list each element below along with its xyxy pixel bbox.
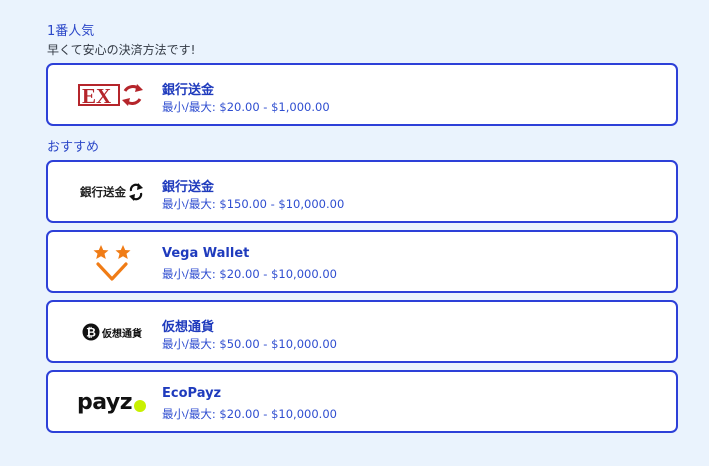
svg-text:₿: ₿ — [86, 326, 96, 340]
method-name: 銀行送金 — [162, 83, 215, 98]
method-name: 銀行送金 — [162, 180, 215, 195]
method-name: Vega Wallet — [162, 246, 250, 261]
crypto-logo: ₿ 仮想通貨 — [62, 308, 162, 356]
payz-logo-text: payz — [76, 389, 133, 415]
ex-transfer-logo: EX — [62, 71, 162, 119]
bank-logo-text: 銀行送金 — [80, 185, 126, 199]
method-limit-range: 最小/最大: $50.00 - $10,000.00 — [162, 337, 337, 351]
method-limit-range: 最小/最大: $20.00 - $1,000.00 — [162, 100, 330, 114]
method-limit-range: 最小/最大: $150.00 - $10,000.00 — [162, 197, 345, 211]
method-name: EcoPayz — [162, 386, 222, 401]
svg-text:EX: EX — [82, 84, 111, 108]
transfer-arrows-icon — [129, 183, 143, 201]
payz-dot-icon — [134, 400, 147, 412]
payment-method-card-ex-bank-transfer[interactable]: EX 銀行送金 最小/最大: $20.00 - $1,000.00 — [46, 63, 678, 126]
payment-method-card-crypto[interactable]: ₿ 仮想通貨 仮想通貨 最小/最大: $50.00 - $10,000.00 — [46, 300, 678, 363]
payment-method-card-vega-wallet[interactable]: Vega Wallet 最小/最大: $20.00 - $10,000.00 — [46, 230, 678, 293]
bitcoin-icon: ₿ — [82, 323, 100, 341]
payment-method-card-ecopayz[interactable]: payz EcoPayz 最小/最大: $20.00 - $10,000.00 — [46, 370, 678, 433]
popular-heading: 1番人気 — [47, 24, 95, 39]
vega-wallet-logo — [62, 238, 162, 286]
payment-method-card-bank-transfer[interactable]: 銀行送金 銀行送金 最小/最大: $150.00 - $10,000.00 — [46, 160, 678, 223]
method-limit-range: 最小/最大: $20.00 - $10,000.00 — [162, 267, 337, 281]
method-limit-range: 最小/最大: $20.00 - $10,000.00 — [162, 407, 337, 421]
payment-methods-panel: 1番人気 早くて安心の決済方法です! EX 銀行送金 最小/最大: $20.00… — [0, 0, 709, 466]
bank-transfer-logo: 銀行送金 — [62, 168, 162, 216]
recommended-heading: おすすめ — [47, 140, 100, 155]
popular-subheading: 早くて安心の決済方法です! — [47, 43, 196, 57]
method-name: 仮想通貨 — [162, 320, 215, 335]
payz-logo: payz — [62, 378, 162, 426]
crypto-logo-text: 仮想通貨 — [102, 328, 142, 340]
